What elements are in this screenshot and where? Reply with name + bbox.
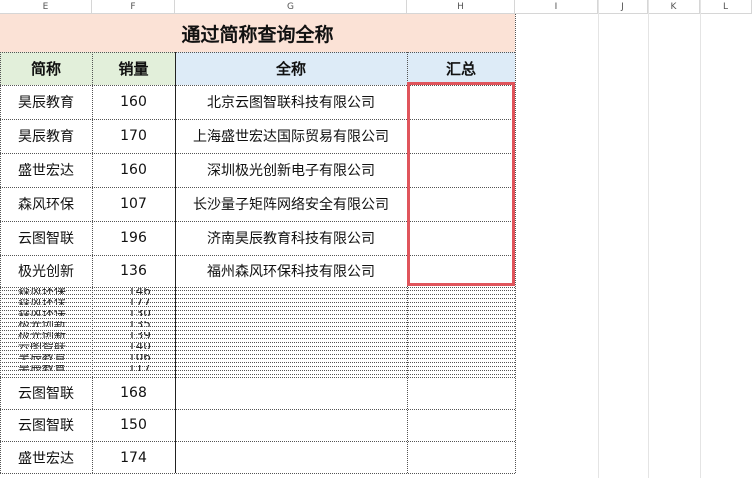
column-header-h[interactable]: H [407, 0, 515, 14]
sales-cell[interactable]: 107 [92, 187, 175, 221]
column-header-g[interactable]: G [175, 0, 407, 14]
fullname-cell[interactable]: 长沙量子矩阵网络安全有限公司 [175, 187, 407, 221]
header-summary[interactable]: 汇总 [407, 52, 515, 85]
fullname-cell[interactable]: 济南昊辰教育科技有限公司 [175, 221, 407, 255]
gridline [92, 52, 93, 473]
column-header-k[interactable]: K [648, 0, 700, 14]
sales-cell[interactable]: 160 [92, 85, 175, 119]
header-sales[interactable]: 销量 [92, 52, 175, 85]
gridline [0, 310, 515, 311]
spreadsheet-grid: E F G H I J K L 通过简称查询全称 简称 销量 全称 汇总 昊辰教… [0, 0, 752, 478]
gridline [648, 0, 649, 478]
column-border [175, 52, 176, 473]
sales-cell[interactable]: 160 [92, 153, 175, 187]
column-header-l[interactable]: L [700, 0, 752, 14]
gridline [0, 52, 515, 53]
gridline [0, 409, 515, 410]
gridline [0, 302, 515, 303]
sales-cell[interactable]: 150 [92, 409, 175, 441]
abbr-cell[interactable]: 昊辰教育 [0, 119, 92, 153]
sales-cell[interactable]: 174 [92, 441, 175, 474]
gridline [0, 350, 515, 351]
gridline [0, 334, 515, 335]
sales-cell[interactable]: 168 [92, 377, 175, 409]
gridline [598, 0, 599, 478]
abbr-cell[interactable]: 盛世宏达 [0, 441, 92, 474]
summary-highlight-box [407, 82, 515, 286]
header-abbr[interactable]: 简称 [0, 52, 92, 85]
gridline [0, 306, 515, 307]
sales-cell[interactable]: 196 [92, 221, 175, 255]
gridline [0, 441, 515, 442]
gridline [0, 318, 515, 319]
gridline [0, 346, 515, 347]
gridline [0, 330, 515, 331]
fullname-cell[interactable]: 上海盛世宏达国际贸易有限公司 [175, 119, 407, 153]
gridline [0, 354, 515, 355]
column-header-i[interactable]: I [515, 0, 598, 14]
sales-cell[interactable]: 136 [92, 255, 175, 286]
gridline [0, 326, 515, 327]
abbr-cell[interactable]: 森风环保 [0, 187, 92, 221]
fullname-cell[interactable]: 北京云图智联科技有限公司 [175, 85, 407, 119]
abbr-cell[interactable]: 极光创新 [0, 255, 92, 286]
gridline [0, 338, 515, 339]
abbr-cell[interactable]: 昊辰教育 [0, 85, 92, 119]
abbr-cell[interactable]: 云图智联 [0, 409, 92, 441]
fullname-cell[interactable]: 福州森风环保科技有限公司 [175, 255, 407, 286]
gridline [515, 14, 516, 473]
sheet-title[interactable]: 通过简称查询全称 [0, 14, 515, 52]
column-header-j[interactable]: J [598, 0, 648, 14]
gridline [0, 322, 515, 323]
sales-cell[interactable]: 170 [92, 119, 175, 153]
fullname-cell[interactable]: 深圳极光创新电子有限公司 [175, 153, 407, 187]
gridline [0, 374, 515, 375]
gridline [0, 473, 515, 474]
gridline [0, 287, 515, 288]
column-header-e[interactable]: E [0, 0, 92, 14]
gridline [0, 52, 1, 473]
abbr-cell[interactable]: 云图智联 [0, 221, 92, 255]
gridline [0, 298, 515, 299]
gridline [0, 290, 515, 291]
gridline [700, 0, 701, 478]
gridline [0, 362, 515, 363]
column-header-f[interactable]: F [92, 0, 175, 14]
abbr-cell[interactable]: 盛世宏达 [0, 153, 92, 187]
header-fullname[interactable]: 全称 [175, 52, 407, 85]
abbr-cell[interactable]: 云图智联 [0, 377, 92, 409]
gridline [0, 314, 515, 315]
gridline [0, 370, 515, 371]
gridline [0, 294, 515, 295]
gridline [0, 366, 515, 367]
gridline [0, 358, 515, 359]
gridline [0, 342, 515, 343]
